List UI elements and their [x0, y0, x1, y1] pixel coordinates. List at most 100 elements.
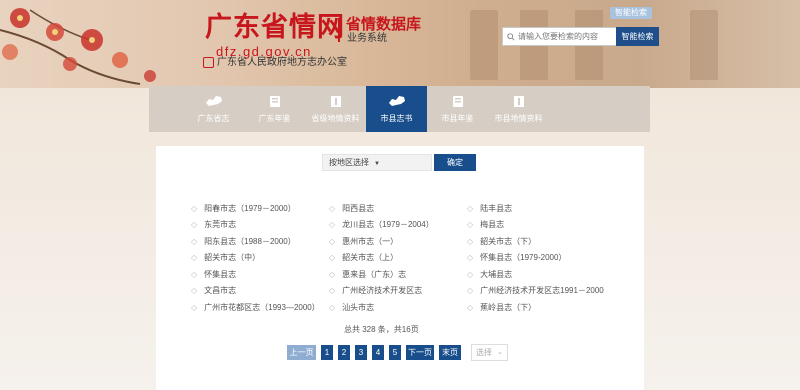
book-title: 龙川县志（1979－2004） — [342, 220, 434, 230]
bullet-icon: ◇ — [191, 220, 198, 230]
smart-search-link[interactable]: 智能检索 — [610, 7, 652, 19]
search-button[interactable]: 智能检索 — [616, 27, 659, 46]
caret-down-icon: ▼ — [374, 161, 380, 167]
search-icon — [507, 32, 515, 41]
tab-label: 广东省志 — [197, 114, 230, 123]
region-select-value: 按地区选择 — [329, 158, 369, 167]
bullet-icon: ◇ — [467, 220, 474, 230]
tab-guangdong-yearbook[interactable]: 广东年鉴 — [244, 86, 305, 132]
bullet-icon: ◇ — [329, 220, 336, 230]
list-item[interactable]: ◇ 陆丰县志 — [467, 200, 604, 217]
list-item[interactable]: ◇ 阳西县志 — [329, 200, 434, 217]
bullet-icon: ◇ — [191, 203, 198, 213]
list-item[interactable]: ◇ 文昌市志 — [191, 283, 320, 300]
book-title: 惠州市志（一） — [342, 236, 399, 246]
site-header: 广东省情网 省情数据库 业务系统 dfz.gd.gov.cn 广东省人民政府地方… — [0, 0, 800, 88]
book-title: 阳西县志 — [342, 203, 375, 213]
map-icon — [388, 94, 406, 108]
site-logo-system: 业务系统 — [347, 33, 387, 44]
prev-page-button[interactable]: 上一页 — [287, 345, 316, 360]
bullet-icon: ◇ — [467, 203, 474, 213]
bullet-icon: ◇ — [329, 269, 336, 279]
tab-provincial-materials[interactable]: 省级地情资料 — [305, 86, 366, 132]
page-button-5[interactable]: 5 — [389, 345, 401, 360]
book-title: 蕉岭县志（下） — [480, 302, 537, 312]
bullet-icon: ◇ — [329, 286, 336, 296]
list-item[interactable]: ◇ 龙川县志（1979－2004） — [329, 217, 434, 234]
list-item[interactable]: ◇ 怀集县志（1979-2000） — [467, 250, 604, 267]
blossom-decoration — [0, 8, 156, 85]
book-title: 汕头市志 — [342, 302, 375, 312]
tab-city-county-yearbook[interactable]: 市县年鉴 — [427, 86, 488, 132]
book-title: 广州经济技术开发区志1991－2000 — [480, 286, 604, 296]
list-item[interactable]: ◇ 韶关市志（中） — [191, 250, 320, 267]
bullet-icon: ◇ — [329, 253, 336, 263]
tab-guangdong-gazetteer[interactable]: 广东省志 — [183, 86, 244, 132]
tab-city-county-gazetteer[interactable]: 市县志书 — [366, 86, 427, 132]
book-title: 怀集县志 — [204, 269, 237, 279]
logo-divider — [338, 18, 340, 42]
book-icon — [266, 94, 284, 108]
bullet-icon: ◇ — [191, 236, 198, 246]
list-item[interactable]: ◇ 怀集县志 — [191, 266, 320, 283]
tab-label: 省级地情资料 — [311, 114, 360, 123]
pagination: 上一页 1 2 3 4 5 下一页 末页 选择 ⌄ — [287, 344, 508, 361]
book-title: 梅县志 — [480, 220, 505, 230]
background-shelf — [470, 10, 498, 80]
list-item[interactable]: ◇ 梅县志 — [467, 217, 604, 234]
page-jump-select[interactable]: 选择 ⌄ — [471, 344, 508, 361]
next-page-button[interactable]: 下一页 — [406, 345, 434, 360]
background-shelf — [690, 10, 718, 80]
tab-label: 广东年鉴 — [258, 114, 291, 123]
site-logo-subtitle: 省情数据库 — [346, 15, 422, 33]
page-button-3[interactable]: 3 — [355, 345, 367, 360]
list-item[interactable]: ◇ 广州市花都区志（1993—2000） — [191, 299, 320, 316]
list-item[interactable]: ◇ 韶关市志（上） — [329, 250, 434, 267]
list-item[interactable]: ◇ 广州经济技术开发区志 — [329, 283, 434, 300]
page-button-4[interactable]: 4 — [372, 345, 384, 360]
book-list-column-3: ◇ 陆丰县志 ◇ 梅县志 ◇ 韶关市志（下） ◇ 怀集县志（1979-2000） ◇ 大埔… — [467, 200, 604, 316]
page-button-2[interactable]: 2 — [338, 345, 350, 360]
confirm-button[interactable]: 确定 — [434, 154, 476, 171]
list-item[interactable]: ◇ 阳春市志（1979－2000） — [191, 200, 320, 217]
bullet-icon: ◇ — [467, 302, 474, 312]
list-item[interactable]: ◇ 蕉岭县志（下） — [467, 299, 604, 316]
bullet-icon: ◇ — [191, 253, 198, 263]
page-button-1[interactable]: 1 — [321, 345, 333, 360]
document-icon — [327, 94, 345, 108]
list-item[interactable]: ◇ 大埔县志 — [467, 266, 604, 283]
tab-city-county-materials[interactable]: 市县地情资料 — [488, 86, 549, 132]
book-title: 东莞市志 — [204, 220, 237, 230]
book-title: 韶关市志（上） — [342, 253, 399, 263]
book-title: 怀集县志（1979-2000） — [480, 253, 567, 263]
list-item[interactable]: ◇ 汕头市志 — [329, 299, 434, 316]
category-nav: 广东省志 广东年鉴 省级地情资料 市县志书 市县年鉴 市县地情资料 — [149, 86, 650, 132]
bullet-icon: ◇ — [191, 269, 198, 279]
seal-icon — [203, 57, 214, 68]
bullet-icon: ◇ — [191, 302, 198, 312]
last-page-button[interactable]: 末页 — [439, 345, 461, 360]
list-item[interactable]: ◇ 惠来县（广东）志 — [329, 266, 434, 283]
search-box — [502, 27, 616, 46]
search-input[interactable] — [518, 29, 616, 44]
book-title: 韶关市志（下） — [480, 236, 537, 246]
region-select[interactable]: 按地区选择 ▼ — [322, 154, 432, 171]
list-item[interactable]: ◇ 广州经济技术开发区志1991－2000 — [467, 283, 604, 300]
list-item[interactable]: ◇ 阳东县志（1988－2000） — [191, 233, 320, 250]
book-title: 阳东县志（1988－2000） — [204, 236, 296, 246]
document-icon — [510, 94, 528, 108]
bullet-icon: ◇ — [467, 236, 474, 246]
list-item[interactable]: ◇ 韶关市志（下） — [467, 233, 604, 250]
list-item[interactable]: ◇ 东莞市志 — [191, 217, 320, 234]
list-item[interactable]: ◇ 惠州市志（一） — [329, 233, 434, 250]
tab-label: 市县地情资料 — [494, 114, 543, 123]
bullet-icon: ◇ — [329, 203, 336, 213]
book-title: 陆丰县志 — [480, 203, 513, 213]
book-icon — [449, 94, 467, 108]
tab-label: 市县年鉴 — [441, 114, 474, 123]
office-name: 广东省人民政府地方志办公室 — [217, 57, 347, 68]
page-jump-value: 选择 — [476, 348, 492, 357]
bullet-icon: ◇ — [329, 302, 336, 312]
book-title: 大埔县志 — [480, 269, 513, 279]
bullet-icon: ◇ — [191, 286, 198, 296]
